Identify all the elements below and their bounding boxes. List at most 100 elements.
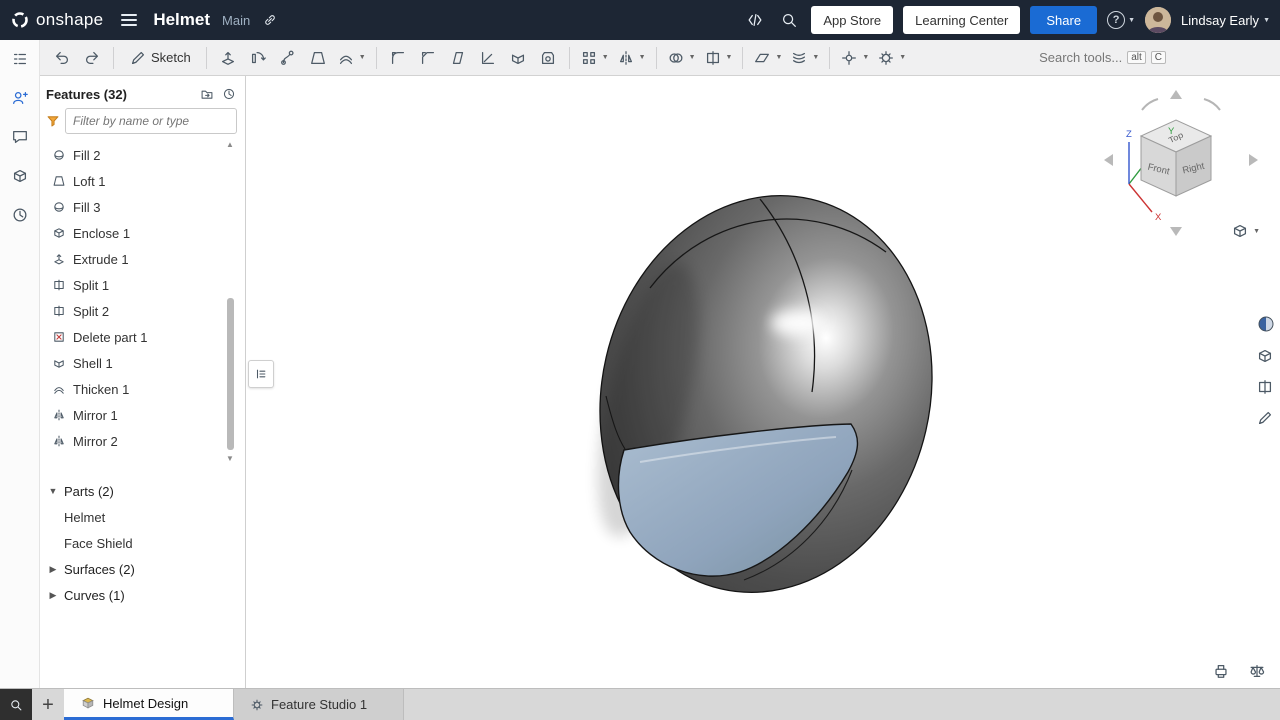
feature-item-label: Extrude 1 (73, 252, 129, 267)
features-panel: Features (32) Fill 2 Loft 1 Fill 3 Enclo… (40, 76, 246, 688)
feature-list-panel-icon[interactable] (9, 48, 31, 70)
feature-item-label: Split 1 (73, 278, 109, 293)
axis-x-label: X (1155, 212, 1162, 223)
surfaces-section-header[interactable]: ▶ Surfaces (2) (40, 556, 245, 582)
toolbar-divider (376, 47, 377, 69)
feature-item[interactable]: Split 2 (42, 298, 245, 324)
tab-part-studio[interactable]: Helmet Design (64, 689, 234, 720)
redo-button[interactable] (78, 43, 106, 73)
vertical-scrollbar[interactable]: ▲ ▼ (225, 140, 235, 464)
learning-center-button[interactable]: Learning Center (903, 6, 1020, 34)
feature-item-label: Split 2 (73, 304, 109, 319)
custom-features-button[interactable]: ▼ (874, 43, 909, 73)
part-item[interactable]: Helmet (40, 504, 245, 530)
rollback-history-icon[interactable] (221, 86, 237, 102)
feature-item[interactable]: Fill 3 (42, 194, 245, 220)
shell-button[interactable] (504, 43, 532, 73)
shaded-view-icon[interactable] (1254, 312, 1278, 336)
rotate-down-arrow[interactable] (1170, 227, 1182, 236)
extrude-button[interactable] (214, 43, 242, 73)
comments-icon[interactable] (9, 126, 31, 148)
graphics-viewport[interactable]: Top Front Right Z X Y ▼ (246, 76, 1280, 688)
scroll-down-icon[interactable]: ▼ (225, 454, 235, 464)
tab-feature-studio[interactable]: Feature Studio 1 (234, 689, 404, 720)
scrollbar-thumb[interactable] (227, 298, 234, 450)
part-item[interactable]: Face Shield (40, 530, 245, 556)
view-cube-faces[interactable] (1141, 120, 1211, 196)
featurescript-icon[interactable] (743, 8, 767, 32)
feature-item[interactable]: Delete part 1 (42, 324, 245, 350)
sketch-button[interactable]: Sketch (121, 43, 199, 73)
boolean-button[interactable]: ▼ (664, 43, 699, 73)
revolve-button[interactable] (244, 43, 272, 73)
parts-panel-icon[interactable] (9, 165, 31, 187)
part-item-label: Helmet (64, 510, 105, 525)
document-title: Helmet (153, 10, 210, 30)
help-menu[interactable]: ? ▼ (1107, 11, 1135, 29)
mate-connector-button[interactable]: ▼ (837, 43, 872, 73)
hole-button[interactable] (534, 43, 562, 73)
rotate-up-arrow[interactable] (1170, 90, 1182, 99)
part-item-label: Face Shield (64, 536, 133, 551)
feature-item-label: Fill 2 (73, 148, 100, 163)
workspace-name[interactable]: Main (222, 13, 250, 28)
feature-item[interactable]: Mirror 1 (42, 402, 245, 428)
fillet-button[interactable] (384, 43, 412, 73)
toolbar-divider (742, 47, 743, 69)
draft-button[interactable] (444, 43, 472, 73)
avatar[interactable] (1145, 7, 1171, 33)
user-menu[interactable]: Lindsay Early ▼ (1181, 13, 1270, 28)
thicken-button[interactable]: ▼ (334, 43, 369, 73)
collapse-panel-handle[interactable] (248, 360, 274, 388)
collaborate-icon[interactable] (9, 87, 31, 109)
onshape-logo-text: onshape (36, 10, 103, 30)
chamfer-button[interactable] (414, 43, 442, 73)
view-cube[interactable]: Top Front Right Z X Y (1096, 84, 1266, 244)
filter-icon[interactable] (46, 114, 60, 128)
loft-button[interactable] (304, 43, 332, 73)
app-store-button[interactable]: App Store (811, 6, 893, 34)
mirror-button[interactable]: ▼ (614, 43, 649, 73)
view-options-button[interactable]: ▼ (1231, 222, 1260, 240)
parts-section-header[interactable]: ▼ Parts (2) (40, 478, 245, 504)
scroll-up-icon[interactable]: ▲ (225, 140, 235, 150)
create-folder-icon[interactable] (199, 86, 215, 102)
linear-pattern-button[interactable]: ▼ (577, 43, 612, 73)
split-icon (52, 278, 66, 292)
document-menu-icon[interactable] (117, 7, 141, 33)
isometric-view-icon[interactable] (1254, 345, 1278, 367)
copy-link-icon[interactable] (260, 10, 280, 30)
section-view-icon[interactable] (1254, 376, 1278, 398)
rotate-right-arrow[interactable] (1249, 154, 1258, 166)
feature-item[interactable]: Thicken 1 (42, 376, 245, 402)
new-tab-button[interactable]: + (32, 689, 64, 720)
onshape-logo[interactable]: onshape (10, 10, 103, 30)
sweep-button[interactable] (274, 43, 302, 73)
history-icon[interactable] (9, 204, 31, 226)
rib-button[interactable] (474, 43, 502, 73)
undo-button[interactable] (48, 43, 76, 73)
split-button[interactable]: ▼ (701, 43, 736, 73)
measure-icon[interactable] (1246, 660, 1268, 682)
feature-item[interactable]: Split 1 (42, 272, 245, 298)
feature-item[interactable]: Loft 1 (42, 168, 245, 194)
helix-button[interactable]: ▼ (787, 43, 822, 73)
toolbar-divider (206, 47, 207, 69)
feature-item[interactable]: Mirror 2 (42, 428, 245, 454)
plane-button[interactable]: ▼ (750, 43, 785, 73)
named-views-icon[interactable] (1254, 407, 1278, 429)
feature-item[interactable]: Shell 1 (42, 350, 245, 376)
print-icon[interactable] (1210, 660, 1232, 682)
feature-item[interactable]: Enclose 1 (42, 220, 245, 246)
curves-section-header[interactable]: ▶ Curves (1) (40, 582, 245, 608)
chevron-down-icon: ▼ (812, 54, 819, 61)
surfaces-section-label: Surfaces (2) (64, 562, 135, 577)
feature-item[interactable]: Extrude 1 (42, 246, 245, 272)
search-tools-input[interactable]: Search tools... altC (1033, 46, 1172, 69)
feature-item[interactable]: Fill 2 (42, 142, 245, 168)
rotate-left-arrow[interactable] (1104, 154, 1113, 166)
tab-search-icon[interactable] (0, 689, 32, 720)
share-button[interactable]: Share (1030, 6, 1097, 34)
search-icon[interactable] (777, 8, 801, 32)
filter-input[interactable] (65, 108, 237, 134)
